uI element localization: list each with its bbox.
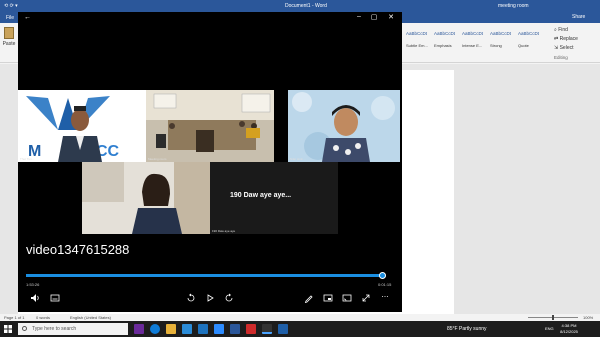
style-sample: AaBbCcDt	[406, 31, 428, 36]
subtitles-icon[interactable]	[50, 293, 60, 303]
participant-video-image	[82, 162, 210, 234]
edge-icon[interactable]	[150, 324, 160, 334]
word-titlebar: ⟲ ⟳ ▾ Document1 - Word meeting room	[0, 0, 600, 12]
back-arrow-icon[interactable]: ←	[24, 14, 31, 21]
participant-name: Nilar Hnin...	[290, 157, 306, 161]
seek-bar-thumb[interactable]	[378, 272, 386, 279]
style-name: Emphasis	[434, 43, 452, 48]
style-name: Intense E...	[462, 43, 483, 48]
style-name: Strong	[490, 43, 502, 48]
zoom-app-icon[interactable]	[214, 324, 224, 334]
clipboard-icon	[4, 27, 14, 39]
style-subtle-emphasis[interactable]: AaBbCcDt Subtle Em...	[405, 28, 432, 52]
windows-taskbar: Type here to search 85°F Partly sunny EN…	[0, 321, 600, 337]
share-button[interactable]: Share	[572, 14, 585, 20]
search-icon	[22, 326, 27, 331]
find-button[interactable]: ⌕ Find	[554, 26, 598, 35]
style-sample: AaBbCcDt	[490, 31, 512, 36]
participant-tile	[82, 162, 210, 234]
system-clock[interactable]: 4:38 PM 8/12/2025	[558, 323, 580, 335]
zoom-level[interactable]: 100%	[583, 315, 593, 320]
logo-backdrop-image: M CC	[26, 96, 120, 162]
replace-label: Replace	[559, 36, 578, 42]
taskbar-search-placeholder: Type here to search	[32, 326, 77, 332]
participant-name: Meeting room	[148, 157, 167, 161]
file-tab[interactable]: File	[6, 15, 14, 21]
player-titlebar: ← – ▢ ✕	[18, 12, 402, 24]
volume-icon[interactable]	[30, 293, 40, 303]
participant-name: Thet Tun...	[20, 157, 35, 161]
elapsed-time: 1:53:26	[26, 282, 40, 287]
miniview-icon[interactable]	[323, 293, 333, 303]
participant-tile-no-video: 190 Daw aye aye... 190 Daw aye aye	[210, 162, 338, 234]
page-count[interactable]: Page 1 of 1	[4, 315, 24, 320]
video-player-app-icon[interactable]	[262, 324, 272, 334]
replace-button[interactable]: ⇄ Replace	[554, 35, 598, 44]
word-document-title: Document1 - Word	[285, 3, 327, 9]
style-quote[interactable]: AaBbCcDt Quote	[517, 28, 544, 52]
video-player-window: ← – ▢ ✕ M CC Thet Tun... Meeting room Ni…	[18, 12, 402, 312]
paste-button[interactable]: Paste	[2, 27, 16, 53]
close-icon[interactable]: ✕	[386, 13, 396, 21]
style-name: Quote	[518, 43, 529, 48]
style-sample: AaBbCcDt	[518, 31, 540, 36]
word-app-icon[interactable]	[230, 324, 240, 334]
word-search-box[interactable]: meeting room	[498, 3, 529, 9]
zoom-slider-knob[interactable]	[552, 315, 554, 320]
word-count[interactable]: 0 words	[36, 315, 50, 320]
pen-icon[interactable]	[304, 293, 314, 303]
participant-tile: Nilar Hnin...	[288, 90, 400, 162]
quick-access-toolbar[interactable]: ⟲ ⟳ ▾	[4, 3, 18, 9]
acrobat-icon[interactable]	[246, 324, 256, 334]
style-intense-emphasis[interactable]: AaBbCcDt Intense E...	[461, 28, 488, 52]
clock-date: 8/12/2025	[560, 329, 578, 334]
style-name: Subtle Em...	[406, 43, 428, 48]
minimize-icon[interactable]: –	[354, 13, 364, 20]
seek-bar[interactable]	[26, 274, 386, 277]
skip-forward-30-icon[interactable]	[224, 293, 234, 303]
proofing-language[interactable]: English (United States)	[70, 315, 111, 320]
style-sample: AaBbCcDt	[434, 31, 456, 36]
style-strong[interactable]: AaBbCcDt Strong	[489, 28, 516, 52]
windows-start-icon[interactable]	[4, 325, 12, 333]
meeting-room-image	[146, 90, 274, 152]
paste-label: Paste	[2, 41, 16, 47]
app-icon-5[interactable]	[198, 324, 208, 334]
find-label: Find	[558, 27, 568, 33]
maximize-icon[interactable]: ▢	[369, 13, 379, 21]
participant-tile: Meeting room	[146, 90, 274, 162]
word-status-bar: Page 1 of 1 0 words English (United Stat…	[0, 314, 600, 321]
play-icon[interactable]	[205, 293, 215, 303]
style-emphasis[interactable]: AaBbCcDt Emphasis	[433, 28, 460, 52]
participant-tile: M CC Thet Tun...	[18, 90, 146, 162]
store-icon[interactable]	[182, 324, 192, 334]
participant-name: 190 Daw aye aye	[212, 229, 236, 233]
cast-icon[interactable]	[342, 293, 352, 303]
input-language[interactable]: ENG	[545, 326, 554, 331]
remaining-time: 0:01:15	[378, 282, 392, 287]
styles-gallery: AaBbCcDt Subtle Em... AaBbCcDt Emphasis …	[405, 28, 545, 52]
style-sample: AaBbCcDt	[462, 31, 484, 36]
editing-group-label: Editing	[554, 55, 568, 60]
fullscreen-icon[interactable]	[361, 293, 371, 303]
video-frame[interactable]: M CC Thet Tun... Meeting room Nilar Hnin…	[18, 90, 402, 246]
select-label: Select	[559, 45, 574, 51]
participant-banner-name: 190 Daw aye aye...	[230, 192, 292, 199]
taskbar-search-box[interactable]: Type here to search	[18, 323, 128, 335]
editing-group: ⌕ Find ⇄ Replace ⇲ Select Editing	[554, 26, 598, 62]
weather-widget[interactable]: 85°F Partly sunny	[447, 326, 487, 332]
app-icon-1[interactable]	[134, 324, 144, 334]
video-title: video1347615288	[26, 242, 130, 257]
file-explorer-icon[interactable]	[166, 324, 176, 334]
skip-back-10-icon[interactable]	[186, 293, 196, 303]
app-icon-9[interactable]	[278, 324, 288, 334]
select-button[interactable]: ⇲ Select	[554, 44, 598, 53]
more-icon[interactable]: ⋯	[380, 293, 390, 303]
seek-bar-fill	[26, 274, 383, 277]
participant-video-image	[292, 92, 395, 162]
